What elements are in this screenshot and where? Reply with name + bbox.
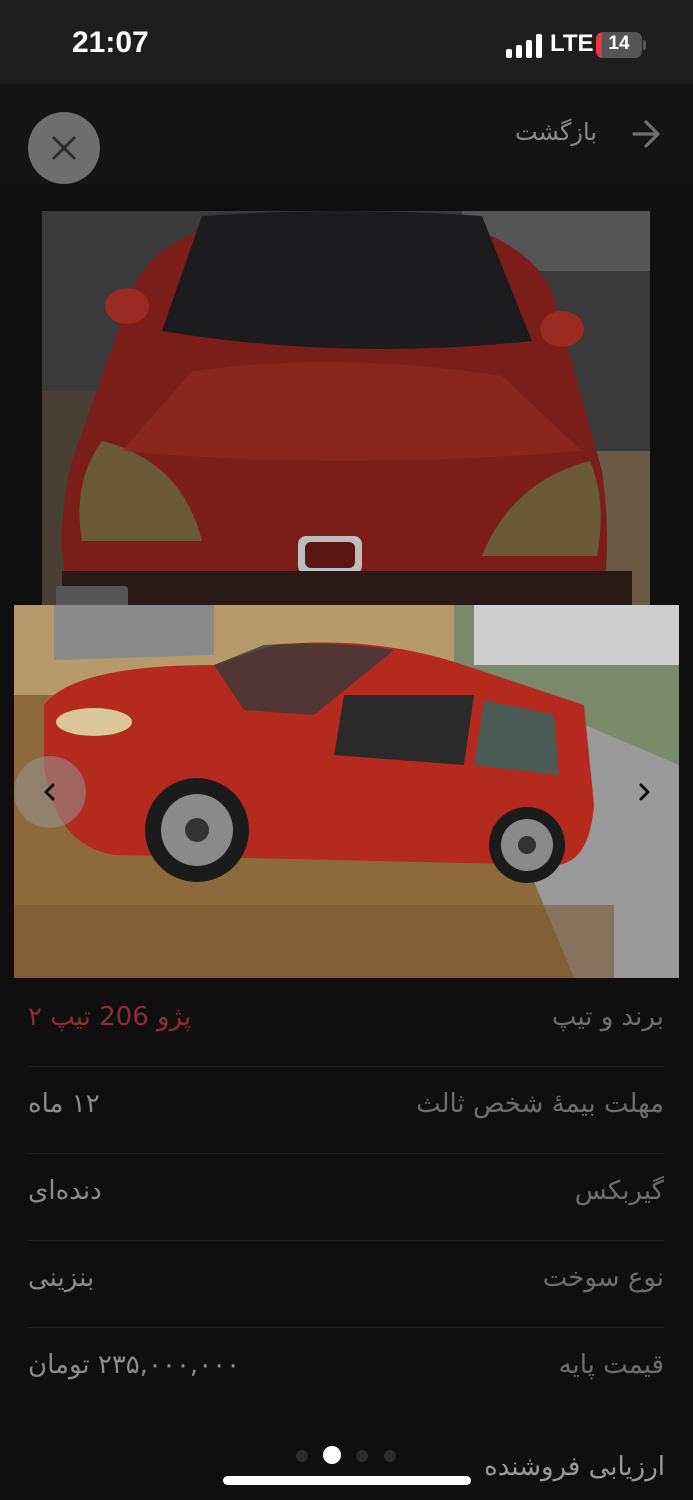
detail-row-insurance: مهلت بیمهٔ شخص ثالث ۱۲ ماه [28,1067,664,1154]
detail-label: مهلت بیمهٔ شخص ثالث [416,1089,664,1119]
pagination-dot[interactable] [384,1450,396,1462]
back-label[interactable]: بازگشت [515,118,597,146]
detail-value: ۲۳۵,۰۰۰,۰۰۰ تومان [28,1350,241,1380]
car-photo-side[interactable] [14,605,679,978]
close-button[interactable] [28,112,100,184]
detail-label: قیمت پایه [558,1350,664,1380]
seller-rating-title: ارزیابی فروشنده [484,1452,665,1482]
detail-value[interactable]: پژو 206 تیپ ۲ [28,1002,191,1032]
pagination-dot[interactable] [356,1450,368,1462]
detail-value: ۱۲ ماه [28,1089,100,1119]
detail-row-price: قیمت پایه ۲۳۵,۰۰۰,۰۰۰ تومان [28,1328,664,1415]
network-type: LTE [550,30,594,57]
detail-row-brand: برند و تیپ پژو 206 تیپ ۲ [28,980,664,1067]
status-bar: 21:07 LTE 14 [0,0,693,84]
battery-level: 14 [608,33,630,54]
car-photo-front[interactable] [42,211,650,606]
car-front-image [42,211,650,606]
home-indicator[interactable] [223,1476,471,1485]
pagination-dot-active[interactable] [323,1446,341,1464]
detail-row-fuel: نوع سوخت بنزینی [28,1241,664,1328]
gallery-pagination [294,1446,404,1466]
detail-label: نوع سوخت [542,1263,664,1293]
next-photo-button[interactable] [620,766,668,818]
detail-label: برند و تیپ [551,1002,664,1032]
car-side-image [14,605,679,978]
chevron-right-icon [639,783,650,801]
close-icon [52,136,76,160]
battery-icon: 14 [596,32,642,58]
detail-label: گیربکس [574,1176,664,1206]
battery-cap [643,40,646,50]
detail-value: بنزینی [28,1263,95,1293]
pagination-dot[interactable] [296,1450,308,1462]
car-details-list: برند و تیپ پژو 206 تیپ ۲ مهلت بیمهٔ شخص … [28,980,664,1415]
signal-icon [506,34,544,58]
chevron-left-icon [44,783,55,801]
detail-row-gearbox: گیربکس دنده‌ای [28,1154,664,1241]
status-time: 21:07 [72,26,149,59]
prev-photo-button[interactable] [14,756,86,828]
arrow-right-icon[interactable] [628,116,664,152]
detail-value: دنده‌ای [28,1176,102,1206]
